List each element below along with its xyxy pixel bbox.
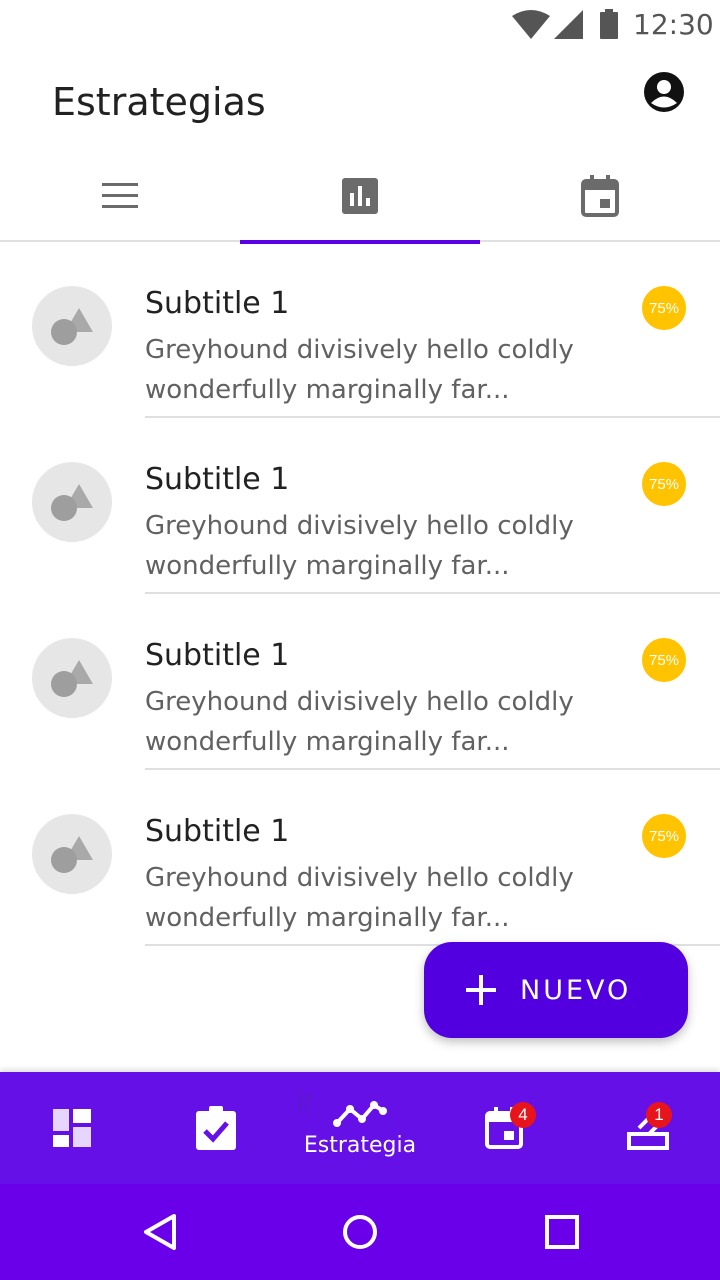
shapes-icon [51,836,93,873]
item-description: Greyhound divisively hello coldly wonder… [145,335,574,405]
progress-badge: 75% [642,462,686,506]
shapes-icon [51,484,93,521]
dashboard-icon [53,1109,91,1147]
trending-icon [333,1100,387,1127]
signal-icon [554,10,583,39]
progress-badge: 75% [642,814,686,858]
bottom-navigation: Estrategia 4 1 [0,1072,720,1184]
list-item[interactable]: Subtitle 1 Greyhound divisively hello co… [0,770,720,946]
nav-item-dashboard[interactable] [0,1072,144,1184]
avatar [32,286,112,366]
item-title: Subtitle 1 [145,814,290,849]
progress-badge: 75% [642,286,686,330]
status-bar: 12:30 [0,0,720,48]
strategy-list: Subtitle 1 Greyhound divisively hello co… [0,242,720,946]
recents-icon[interactable] [542,1212,582,1252]
avatar [32,462,112,542]
nav-item-tasks[interactable] [144,1072,288,1184]
item-description: Greyhound divisively hello coldly wonder… [145,687,574,757]
nav-item-votes[interactable]: 1 [576,1072,720,1184]
votes-count-badge: 1 [646,1102,672,1128]
tab-list[interactable] [0,150,240,242]
back-icon[interactable] [140,1212,180,1252]
item-title: Subtitle 1 [145,286,290,321]
tab-stats[interactable] [240,150,480,244]
page-title: Estrategias [52,80,266,124]
avatar [32,814,112,894]
new-strategy-button[interactable]: NUEVO [424,942,688,1038]
plus-icon [466,975,496,1005]
clipboard-check-icon [196,1106,236,1150]
account-circle-icon[interactable] [642,70,686,114]
item-description: Greyhound divisively hello coldly wonder… [145,863,574,933]
item-title: Subtitle 1 [145,462,290,497]
avatar [32,638,112,718]
shapes-icon [51,660,93,697]
item-description: Greyhound divisively hello coldly wonder… [145,511,574,581]
shapes-icon [51,308,93,345]
home-icon[interactable] [340,1212,380,1252]
ghost-text: ir [296,1082,315,1120]
tab-calendar[interactable] [480,150,720,242]
events-count-badge: 4 [510,1102,536,1128]
nav-item-events[interactable]: 4 [432,1072,576,1184]
nav-label-strategy: Estrategia [303,1132,417,1158]
battery-icon [600,9,618,39]
tab-bar [0,150,720,244]
list-item[interactable]: Subtitle 1 Greyhound divisively hello co… [0,242,720,418]
progress-badge: 75% [642,638,686,682]
list-item[interactable]: Subtitle 1 Greyhound divisively hello co… [0,594,720,770]
list-item[interactable]: Subtitle 1 Greyhound divisively hello co… [0,418,720,594]
wifi-icon [512,10,550,39]
status-time: 12:30 [633,8,714,41]
calendar-icon [581,175,619,217]
item-title: Subtitle 1 [145,638,290,673]
new-button-label: NUEVO [520,974,632,1006]
bar-chart-icon [342,178,378,214]
menu-icon [102,183,138,208]
system-navigation-bar [0,1184,720,1280]
